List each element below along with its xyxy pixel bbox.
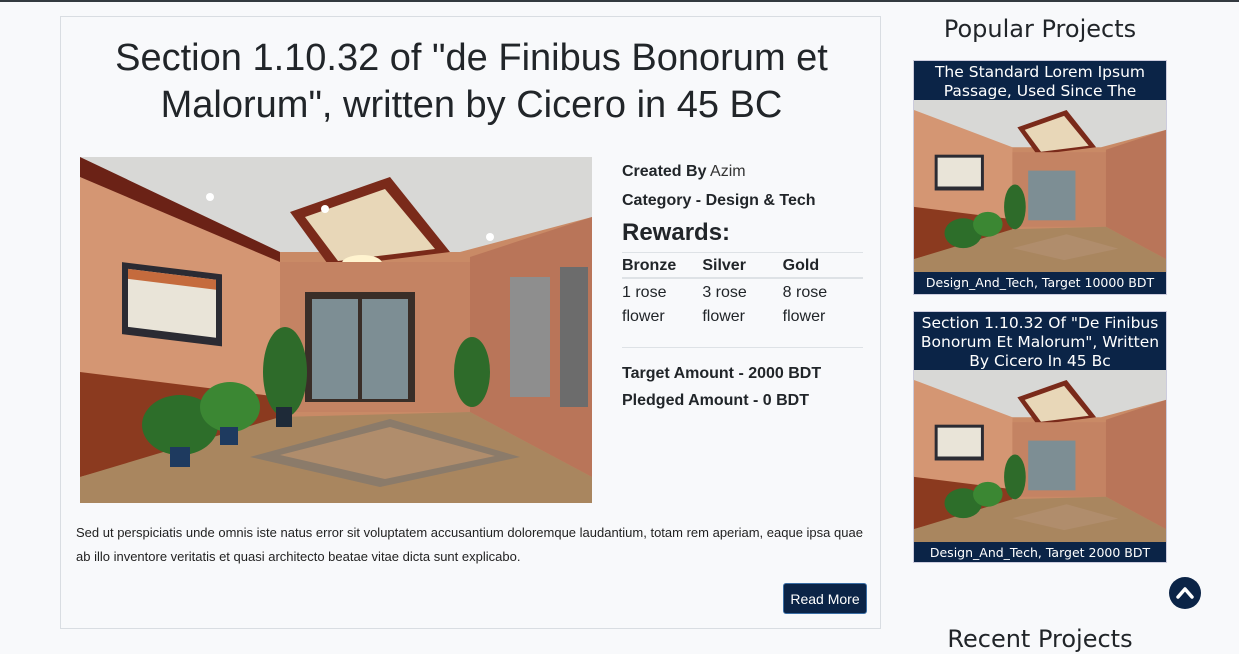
chevron-up-icon [1176,587,1194,599]
project-card: Section 1.10.32 of "de Finibus Bonorum e… [60,16,881,629]
popular-project-card[interactable]: The Standard Lorem Ipsum Passage, Used S… [913,60,1167,295]
reward-value-bronze: 1 rose flower [622,278,703,348]
read-more-button[interactable]: Read More [783,583,867,614]
top-border [0,0,1239,2]
created-by-value: Azim [710,163,746,180]
created-by: Created By Azim [622,162,863,182]
scroll-to-top-button[interactable] [1169,577,1201,609]
popular-project-image[interactable] [914,100,1166,272]
project-description: Sed ut perspiciatis unde omnis iste natu… [76,525,863,564]
rewards-heading: Rewards: [622,219,731,246]
lobby-thumbnail [914,100,1166,272]
created-by-label: Created By [622,163,707,180]
reward-value-gold: 8 rose flower [782,278,863,348]
popular-project-title[interactable]: The Standard Lorem Ipsum Passage, Used S… [914,61,1166,119]
popular-project-footer: Design_And_Tech, Target 10000 BDT [925,275,1155,290]
popular-project-image[interactable] [914,370,1166,542]
rewards-table: Bronze Silver Gold 1 rose flower 3 rose … [622,252,863,348]
project-info: Created By Azim Category - Design & Tech… [622,162,863,418]
reward-header-gold: Gold [782,252,863,279]
popular-project-title[interactable]: Section 1.10.32 Of "De Finibus Bonorum E… [914,312,1166,370]
project-title: Section 1.10.32 of "de Finibus Bonorum e… [115,37,828,126]
project-category: Category - Design & Tech [622,192,816,209]
table-row: 1 rose flower 3 rose flower 8 rose flowe… [622,278,863,348]
project-image [80,157,592,503]
target-amount: Target Amount - 2000 BDT [622,365,822,382]
lobby-thumbnail [914,370,1166,542]
popular-project-footer: Design_And_Tech, Target 2000 BDT [929,545,1151,560]
lobby-illustration [80,157,592,503]
popular-project-card[interactable]: Section 1.10.32 Of "De Finibus Bonorum E… [913,311,1167,563]
pledged-amount: Pledged Amount - 0 BDT [622,392,809,409]
recent-projects-heading: Recent Projects [947,625,1133,653]
reward-header-silver: Silver [702,252,783,279]
reward-value-silver: 3 rose flower [702,278,783,348]
popular-projects-heading: Popular Projects [943,15,1137,43]
reward-header-bronze: Bronze [622,252,703,279]
